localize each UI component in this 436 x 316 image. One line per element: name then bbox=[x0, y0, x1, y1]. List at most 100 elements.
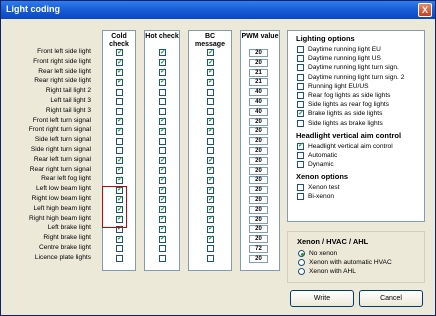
lighting-option[interactable]: Side lights as rear fog lights bbox=[288, 100, 424, 109]
hot-checkbox[interactable] bbox=[159, 67, 166, 76]
lighting-checkbox[interactable] bbox=[297, 55, 304, 63]
hot-checkbox[interactable] bbox=[159, 245, 166, 253]
lighting-checkbox[interactable] bbox=[297, 46, 304, 53]
lighting-option[interactable]: Running light EU/US bbox=[288, 82, 424, 91]
lighting-checkbox[interactable] bbox=[297, 91, 304, 99]
xenon-hvac-option[interactable]: Xenon with automatic HVAC bbox=[288, 258, 424, 267]
cancel-button[interactable]: Cancel bbox=[359, 290, 423, 307]
title-bar[interactable]: Light coding X bbox=[1, 1, 435, 19]
lighting-option[interactable]: Daytime running light turn sign. bbox=[288, 63, 424, 72]
lighting-option[interactable]: Brake lights as side lights bbox=[288, 109, 424, 118]
aim-checkbox[interactable] bbox=[297, 141, 304, 150]
pwm-input[interactable]: 20 bbox=[249, 235, 268, 244]
cold-checkbox[interactable] bbox=[116, 116, 123, 125]
cold-checkbox[interactable] bbox=[116, 165, 123, 174]
hot-checkbox[interactable] bbox=[159, 147, 166, 155]
aim-option[interactable]: Automatic bbox=[288, 151, 424, 160]
bc-checkbox[interactable] bbox=[207, 205, 214, 214]
bc-checkbox[interactable] bbox=[207, 255, 214, 263]
bc-checkbox[interactable] bbox=[207, 67, 214, 76]
pwm-input[interactable]: 20 bbox=[249, 166, 268, 175]
hot-checkbox[interactable] bbox=[159, 255, 166, 263]
pwm-input[interactable]: 20 bbox=[249, 146, 268, 155]
bc-checkbox[interactable] bbox=[207, 165, 214, 174]
xenon-checkbox[interactable] bbox=[297, 184, 304, 192]
bc-checkbox[interactable] bbox=[207, 185, 214, 194]
aim-checkbox[interactable] bbox=[297, 161, 304, 169]
aim-option[interactable]: Headlight vertical aim control bbox=[288, 141, 424, 151]
lighting-checkbox[interactable] bbox=[297, 109, 304, 118]
lighting-checkbox[interactable] bbox=[297, 119, 304, 127]
cold-checkbox[interactable] bbox=[116, 245, 123, 253]
cold-checkbox[interactable] bbox=[116, 255, 123, 263]
pwm-input[interactable]: 20 bbox=[249, 205, 268, 214]
hot-checkbox[interactable] bbox=[159, 224, 166, 233]
hot-checkbox[interactable] bbox=[159, 185, 166, 194]
xenon-option[interactable]: Bi-xenon bbox=[288, 192, 424, 201]
write-button[interactable]: Write bbox=[290, 290, 354, 307]
cold-checkbox[interactable] bbox=[116, 48, 123, 57]
bc-checkbox[interactable] bbox=[207, 137, 214, 145]
cold-checkbox[interactable] bbox=[116, 108, 123, 116]
bc-checkbox[interactable] bbox=[207, 224, 214, 233]
lighting-option[interactable]: Side lights as brake lights bbox=[288, 119, 424, 128]
bc-checkbox[interactable] bbox=[207, 245, 214, 253]
xenon-hvac-option[interactable]: No xenon bbox=[288, 249, 424, 258]
cold-checkbox[interactable] bbox=[116, 137, 123, 145]
hot-checkbox[interactable] bbox=[159, 205, 166, 214]
pwm-input[interactable]: 20 bbox=[249, 225, 268, 234]
bc-checkbox[interactable] bbox=[207, 88, 214, 96]
hot-checkbox[interactable] bbox=[159, 48, 166, 57]
hot-checkbox[interactable] bbox=[159, 137, 166, 145]
bc-checkbox[interactable] bbox=[207, 98, 214, 106]
pwm-input[interactable]: 40 bbox=[249, 88, 268, 97]
bc-checkbox[interactable] bbox=[207, 175, 214, 184]
hot-checkbox[interactable] bbox=[159, 175, 166, 184]
bc-checkbox[interactable] bbox=[207, 195, 214, 204]
bc-checkbox[interactable] bbox=[207, 77, 214, 86]
hot-checkbox[interactable] bbox=[159, 156, 166, 165]
pwm-input[interactable]: 20 bbox=[249, 58, 268, 67]
pwm-input[interactable]: 20 bbox=[249, 195, 268, 204]
hot-checkbox[interactable] bbox=[159, 88, 166, 96]
pwm-input[interactable]: 72 bbox=[249, 244, 268, 253]
cold-checkbox[interactable] bbox=[116, 126, 123, 135]
cold-checkbox[interactable] bbox=[116, 234, 123, 243]
radio-button[interactable] bbox=[298, 268, 305, 275]
lighting-checkbox[interactable] bbox=[297, 82, 304, 90]
cold-checkbox[interactable] bbox=[116, 175, 123, 184]
hot-checkbox[interactable] bbox=[159, 195, 166, 204]
bc-checkbox[interactable] bbox=[207, 108, 214, 116]
hot-checkbox[interactable] bbox=[159, 98, 166, 106]
xenon-hvac-option[interactable]: Xenon with AHL bbox=[288, 267, 424, 276]
pwm-input[interactable]: 20 bbox=[249, 117, 268, 126]
pwm-input[interactable]: 21 bbox=[249, 78, 268, 87]
radio-button[interactable] bbox=[298, 250, 305, 257]
hot-checkbox[interactable] bbox=[159, 126, 166, 135]
pwm-input[interactable]: 20 bbox=[249, 186, 268, 195]
cold-checkbox[interactable] bbox=[116, 88, 123, 96]
pwm-input[interactable]: 40 bbox=[249, 107, 268, 116]
hot-checkbox[interactable] bbox=[159, 214, 166, 223]
pwm-input[interactable]: 20 bbox=[249, 127, 268, 136]
pwm-input[interactable]: 40 bbox=[249, 97, 268, 106]
xenon-checkbox[interactable] bbox=[297, 193, 304, 201]
radio-button[interactable] bbox=[298, 259, 305, 266]
pwm-input[interactable]: 20 bbox=[249, 254, 268, 263]
aim-checkbox[interactable] bbox=[297, 151, 304, 159]
close-button[interactable]: X bbox=[418, 3, 432, 17]
lighting-checkbox[interactable] bbox=[297, 73, 304, 81]
pwm-input[interactable]: 20 bbox=[249, 156, 268, 165]
bc-checkbox[interactable] bbox=[207, 147, 214, 155]
hot-checkbox[interactable] bbox=[159, 77, 166, 86]
hot-checkbox[interactable] bbox=[159, 108, 166, 116]
bc-checkbox[interactable] bbox=[207, 58, 214, 67]
pwm-input[interactable]: 20 bbox=[249, 137, 268, 146]
aim-option[interactable]: Dynamic bbox=[288, 160, 424, 169]
bc-checkbox[interactable] bbox=[207, 116, 214, 125]
cold-checkbox[interactable] bbox=[116, 67, 123, 76]
pwm-input[interactable]: 20 bbox=[249, 176, 268, 185]
hot-checkbox[interactable] bbox=[159, 165, 166, 174]
cold-checkbox[interactable] bbox=[116, 58, 123, 67]
lighting-option[interactable]: Daytime running light US bbox=[288, 54, 424, 63]
